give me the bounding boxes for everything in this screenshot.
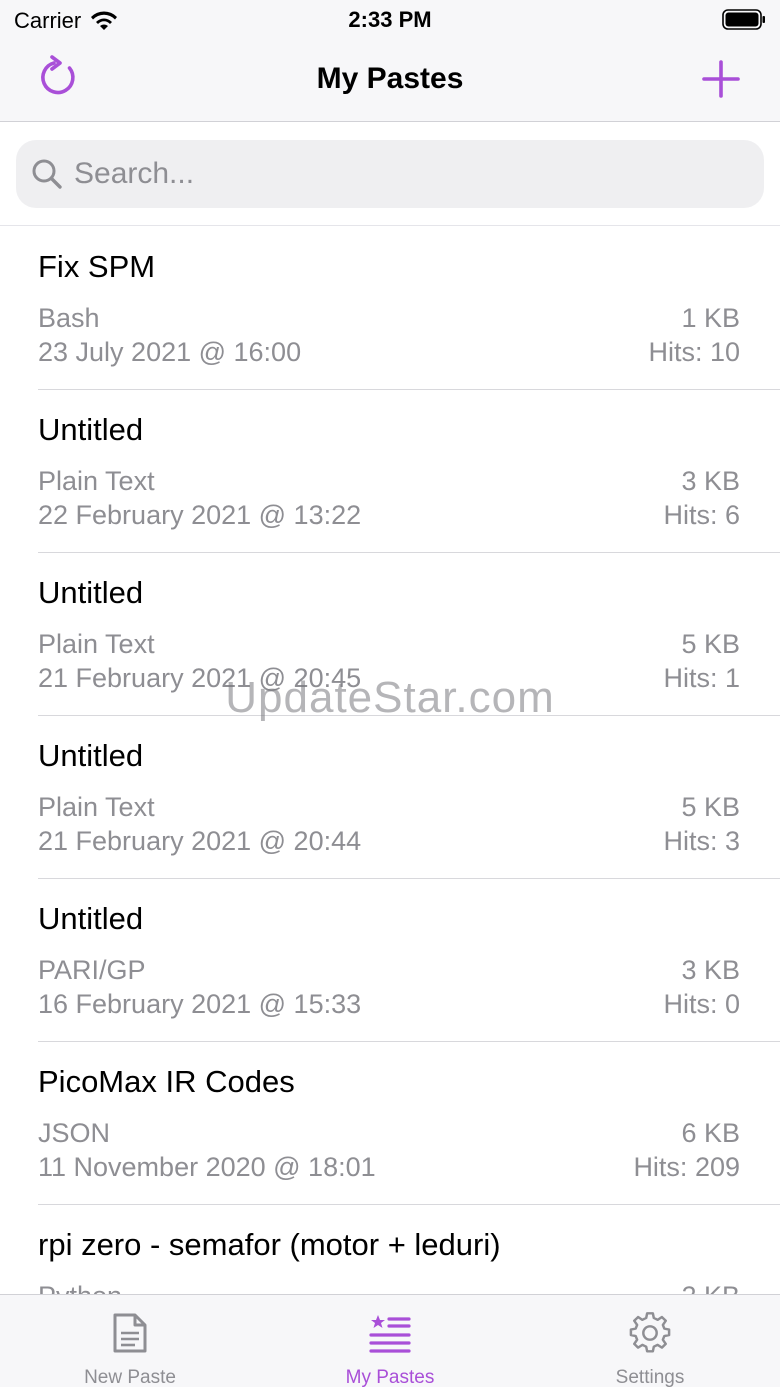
paste-row[interactable]: PicoMax IR Codes JSON 11 November 2020 @… xyxy=(0,1042,780,1205)
paste-hits: Hits: 1 xyxy=(663,663,740,693)
status-time: 2:33 PM xyxy=(348,7,432,32)
tab-settings[interactable]: Settings xyxy=(520,1295,780,1387)
navigation-bar: My Pastes xyxy=(0,40,780,122)
tab-new-paste[interactable]: New Paste xyxy=(0,1295,260,1387)
tab-label: Settings xyxy=(615,1367,685,1387)
tab-label: My Pastes xyxy=(345,1367,435,1387)
search-input[interactable] xyxy=(74,157,734,191)
paste-hits: Hits: 6 xyxy=(663,500,740,530)
paste-language: PARI/GP xyxy=(38,955,146,985)
paste-size: 6 KB xyxy=(681,1118,740,1148)
plus-icon[interactable] xyxy=(700,58,742,100)
pastes-list: Fix SPM Bash 23 July 2021 @ 16:00 1 KB H… xyxy=(0,227,780,1294)
paste-language: Plain Text xyxy=(38,466,155,496)
paste-row[interactable]: rpi zero - semafor (motor + leduri) Pyth… xyxy=(0,1205,780,1294)
search-area xyxy=(0,122,780,226)
search-bar[interactable] xyxy=(16,140,764,208)
battery-icon xyxy=(722,9,765,30)
paste-row[interactable]: Fix SPM Bash 23 July 2021 @ 16:00 1 KB H… xyxy=(0,227,780,390)
paste-date: 21 February 2021 @ 20:44 xyxy=(38,826,362,856)
paste-date: 21 February 2021 @ 20:45 xyxy=(38,663,362,693)
paste-name: Untitled xyxy=(38,901,144,936)
paste-hits: Hits: 3 xyxy=(663,826,740,856)
status-bar: Carrier 2:33 PM xyxy=(0,0,780,40)
paste-name: PicoMax IR Codes xyxy=(38,1064,295,1099)
page-title: My Pastes xyxy=(316,62,464,95)
tab-label: New Paste xyxy=(84,1367,176,1387)
paste-language: Bash xyxy=(38,303,100,333)
paste-size: 5 KB xyxy=(681,629,740,659)
paste-size: 2 KB xyxy=(681,1281,740,1294)
paste-row[interactable]: Untitled PARI/GP 16 February 2021 @ 15:3… xyxy=(0,879,780,1042)
paste-size: 5 KB xyxy=(681,792,740,822)
paste-row[interactable]: Untitled Plain Text 21 February 2021 @ 2… xyxy=(0,716,780,879)
paste-name: Fix SPM xyxy=(38,249,156,284)
paste-hits: Hits: 10 xyxy=(648,337,740,367)
paste-date: 22 February 2021 @ 13:22 xyxy=(38,500,362,530)
paste-language: JSON xyxy=(38,1118,111,1148)
paste-size: 1 KB xyxy=(681,303,740,333)
tab-bar: New Paste My Pastes Settings xyxy=(0,1294,780,1387)
paste-date: 16 February 2021 @ 15:33 xyxy=(38,989,362,1019)
paste-date: 11 November 2020 @ 18:01 xyxy=(38,1152,376,1182)
document-icon xyxy=(113,1313,147,1353)
paste-size: 3 KB xyxy=(681,466,740,496)
paste-date: 23 July 2021 @ 16:00 xyxy=(38,337,302,367)
paste-language: Python xyxy=(38,1281,122,1294)
paste-language: Plain Text xyxy=(38,629,155,659)
paste-row[interactable]: Untitled Plain Text 21 February 2021 @ 2… xyxy=(0,553,780,716)
search-icon xyxy=(32,159,62,189)
paste-size: 3 KB xyxy=(681,955,740,985)
paste-language: Plain Text xyxy=(38,792,155,822)
paste-name: Untitled xyxy=(38,738,144,773)
paste-hits: Hits: 0 xyxy=(663,989,740,1019)
paste-name: Untitled xyxy=(38,575,144,610)
paste-hits: Hits: 209 xyxy=(633,1152,740,1182)
starred-list-icon xyxy=(369,1315,411,1353)
gear-icon xyxy=(629,1312,671,1353)
tab-my-pastes[interactable]: My Pastes xyxy=(260,1295,520,1387)
paste-row[interactable]: Untitled Plain Text 22 February 2021 @ 1… xyxy=(0,390,780,553)
paste-name: Untitled xyxy=(38,412,144,447)
paste-name: rpi zero - semafor (motor + leduri) xyxy=(38,1227,501,1262)
